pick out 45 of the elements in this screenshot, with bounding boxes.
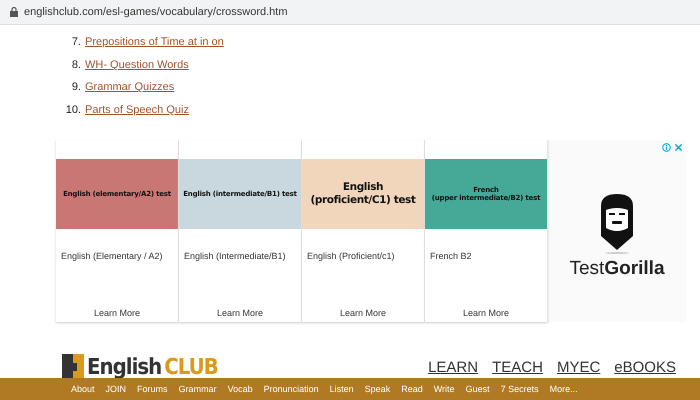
logo-text: CLUB: [164, 354, 218, 380]
ad-card-title: French B2: [429, 250, 473, 263]
ad-card[interactable]: English (proficient/C1) test English (Proficient/c1) Learn More: [302, 140, 425, 322]
list-link[interactable]: Prepositions of Time at in on: [85, 36, 224, 48]
list-number: 7.: [70, 36, 82, 48]
list-number: 10.: [64, 104, 82, 116]
footer-link[interactable]: Guest: [466, 384, 490, 394]
nav-link[interactable]: TEACH: [492, 358, 543, 376]
list-link[interactable]: Grammar Quizzes: [85, 81, 174, 94]
list-number: 8.: [70, 58, 82, 71]
footer-link[interactable]: Forums: [137, 384, 168, 394]
footer-link[interactable]: About: [71, 384, 95, 394]
lock-icon: [10, 7, 18, 17]
nav-link[interactable]: LEARN: [428, 358, 478, 376]
footer-link[interactable]: More...: [550, 384, 578, 394]
learn-more-button[interactable]: Learn More: [425, 307, 547, 322]
logo-mark-icon: [62, 354, 84, 380]
footer-link[interactable]: 7 Secrets: [500, 384, 539, 394]
footer-link[interactable]: Grammar: [178, 384, 217, 394]
learn-more-button[interactable]: Learn More: [179, 307, 301, 322]
ad-card-title: English (Proficient/c1): [306, 250, 396, 263]
nav-link[interactable]: MYEC: [556, 358, 600, 376]
list-link[interactable]: Parts of Speech Quiz: [85, 104, 189, 116]
info-icon[interactable]: [662, 143, 671, 152]
footer-link[interactable]: Speak: [364, 384, 390, 394]
brand-logo-text: TestGorilla: [569, 258, 665, 280]
ad-card-title: English (Intermediate/B1): [183, 250, 287, 263]
address-bar[interactable]: englishclub.com/esl-games/vocabulary/crossword.htm: [0, 0, 700, 25]
logo-text: English: [87, 354, 162, 380]
url-text: englishclub.com/esl-games/vocabulary/crossword.htm: [24, 6, 288, 18]
footer-link[interactable]: Listen: [330, 384, 354, 394]
site-logo[interactable]: EnglishCLUB: [62, 354, 218, 380]
list-number: 9.: [70, 81, 82, 94]
footer-link[interactable]: Write: [434, 384, 455, 394]
footer-link[interactable]: Read: [401, 384, 423, 394]
footer-link[interactable]: Pronunciation: [264, 384, 319, 394]
footer-link[interactable]: JOIN: [106, 384, 126, 394]
ad-banner: English (proficient/C1) test: [302, 159, 424, 229]
close-icon[interactable]: [674, 143, 683, 152]
learn-more-button[interactable]: Learn More: [56, 307, 178, 322]
ad-card-title: English (Elementary / A2): [60, 250, 164, 263]
nav-link[interactable]: eBOOKS: [614, 358, 676, 376]
footer-link[interactable]: Vocab: [228, 384, 253, 394]
list-link[interactable]: WH- Question Words: [85, 58, 189, 71]
learn-more-button[interactable]: Learn More: [302, 307, 424, 322]
